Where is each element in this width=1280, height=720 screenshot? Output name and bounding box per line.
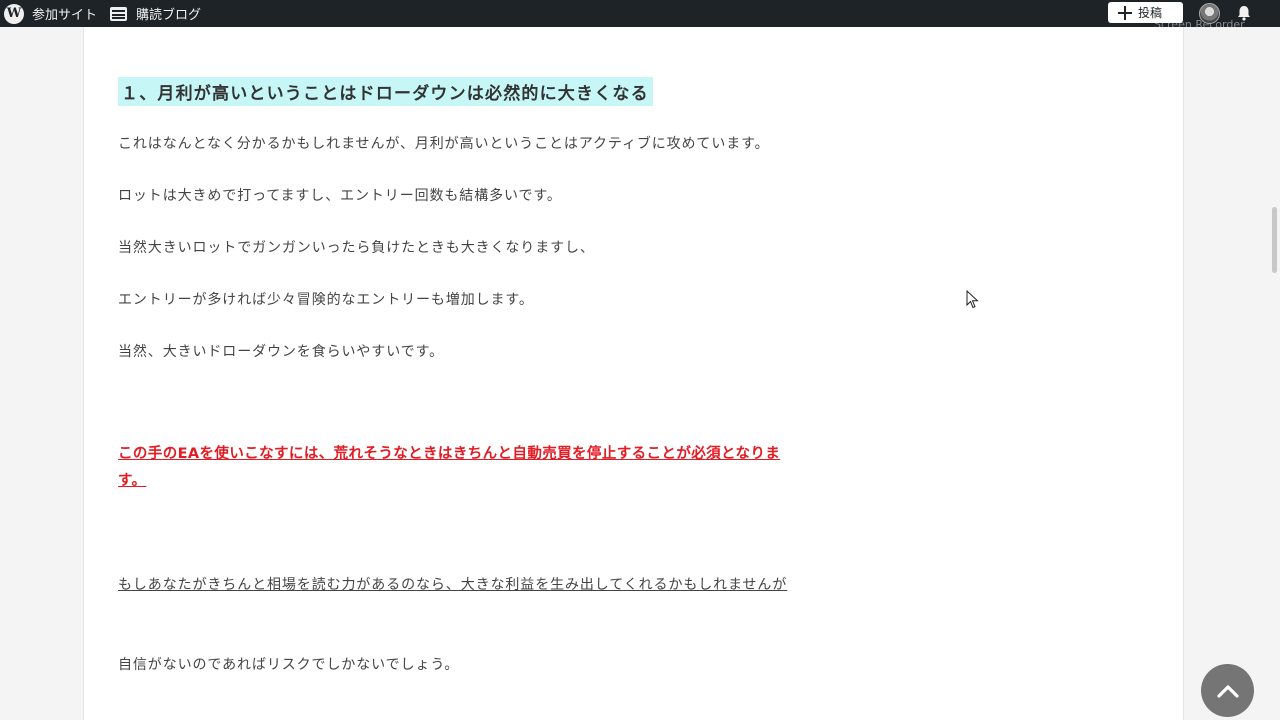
paragraph-3: 当然大きいロットでガンガンいったら負けたときも大きくなりますし、 (118, 240, 595, 256)
wordpress-logo-icon (4, 3, 24, 24)
underlined-text: もしあなたがきちんと相場を読む力があるのなら、大きな利益を生み出してくれるかもし… (118, 577, 788, 593)
content-area: １、月利が高いということはドローダウンは必然的に大きくなる これはなんとなく分か… (83, 27, 1184, 720)
new-post-button[interactable]: 投稿 (1108, 2, 1183, 23)
wordpress-menu[interactable] (4, 0, 24, 27)
paragraph-2: ロットは大きめで打ってますし、エントリー回数も結構多いです。 (118, 188, 562, 204)
mouse-cursor-icon (966, 290, 979, 309)
back-to-top-button[interactable] (1201, 664, 1254, 717)
reader-link[interactable]: 購読ブログ (136, 0, 201, 27)
scrollbar[interactable] (1268, 27, 1280, 720)
chevron-up-icon (1216, 684, 1239, 698)
paragraph-5: 当然、大きいドローダウンを食らいやすいです。 (118, 344, 444, 360)
reader-icon (110, 6, 127, 21)
avatar[interactable] (1199, 3, 1220, 24)
admin-bar: 参加サイト 購読ブログ Screen Recorder 投稿 (0, 0, 1280, 31)
plus-icon (1118, 5, 1132, 20)
reader-label: 購読ブログ (136, 8, 202, 23)
new-post-label: 投稿 (1138, 6, 1163, 20)
reader-menu[interactable] (110, 0, 127, 27)
paragraph-4: エントリーが多ければ少々冒険的なエントリーも増加します。 (118, 292, 534, 308)
emphasis-text: この手のEAを使いこなすには、荒れそうなときはきちんと自動売買を停止することが必… (118, 446, 781, 489)
scrollbar-thumb[interactable] (1272, 207, 1277, 273)
closing-paragraph: 自信がないのであればリスクでしかないでしょう。 (118, 657, 460, 673)
section-heading: １、月利が高いということはドローダウンは必然的に大きくなる (118, 77, 653, 106)
bell-icon[interactable] (1236, 5, 1252, 21)
paragraph-1: これはなんとなく分かるかもしれませんが、月利が高いということはアクティブに攻めて… (118, 136, 770, 152)
my-sites-link[interactable]: 参加サイト (32, 0, 97, 27)
my-sites-label: 参加サイト (32, 8, 98, 23)
